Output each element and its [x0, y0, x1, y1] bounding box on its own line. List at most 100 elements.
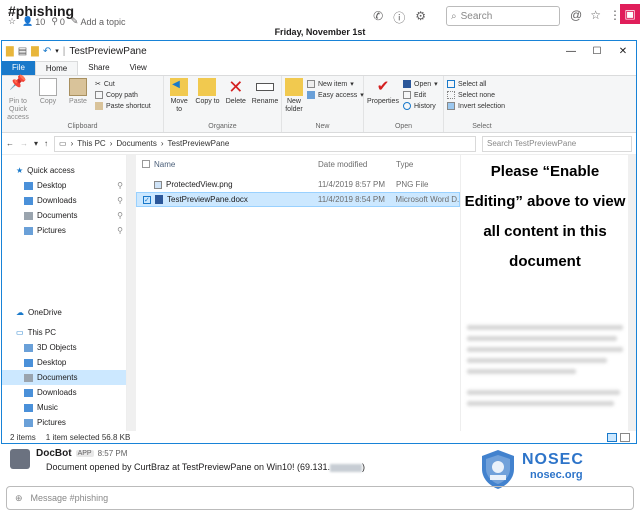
add-topic-button[interactable]: ✎ Add a topic	[71, 16, 126, 27]
pin-icon[interactable]: ⚲	[117, 211, 123, 220]
message-author[interactable]: DocBot	[36, 448, 72, 459]
new-item-button[interactable]: New item ▾	[307, 80, 364, 88]
nav-pc-3d-objects[interactable]: 3D Objects	[2, 340, 126, 355]
history-button[interactable]: History	[403, 102, 438, 110]
edit-button[interactable]: Edit	[403, 91, 438, 99]
undo-icon[interactable]: ↶	[43, 46, 51, 57]
cut-button[interactable]: ✂ Cut	[95, 80, 151, 89]
gift-icon[interactable]: ▣	[620, 4, 640, 24]
star-icon[interactable]: ☆	[8, 16, 16, 27]
star-outline-icon[interactable]: ☆	[590, 8, 601, 22]
row-checkbox-checked[interactable]: ✓	[143, 195, 151, 204]
mention-icon[interactable]: @	[570, 8, 582, 22]
preview-scrollbar[interactable]	[628, 155, 636, 431]
breadcrumb-documents[interactable]: Documents	[116, 139, 156, 148]
search-input[interactable]: ⌕ Search	[446, 6, 560, 26]
phone-icon[interactable]: ✆	[373, 9, 383, 26]
select-none-button[interactable]: Select none	[447, 91, 505, 99]
info-icon[interactable]: ⓘ	[393, 9, 405, 26]
header-checkbox[interactable]	[142, 160, 150, 168]
nav-pc-pictures[interactable]: Pictures	[2, 415, 126, 430]
explorer-main: ★ Quick access Desktop ⚲ Downloads ⚲ Doc…	[2, 155, 636, 431]
details-view-icon[interactable]	[607, 433, 617, 442]
column-type[interactable]: Type	[396, 160, 460, 169]
music-folder-icon	[24, 403, 33, 412]
pin-icon[interactable]: ⚲	[117, 181, 123, 190]
breadcrumb-this-pc[interactable]: This PC	[77, 139, 105, 148]
address-bar[interactable]: ▭ › This PC › Documents › TestPreviewPan…	[54, 135, 476, 152]
large-icons-view-icon[interactable]	[620, 433, 630, 442]
nav-quick-downloads[interactable]: Downloads ⚲	[2, 193, 126, 208]
recent-chevron-icon[interactable]: ▾	[34, 139, 38, 148]
group-label-open: Open	[394, 123, 413, 130]
open-button[interactable]: Open ▾	[403, 80, 438, 88]
nav-quick-access[interactable]: ★ Quick access	[2, 163, 126, 178]
clipboard-group: 📌 Pin to Quick access Copy Paste ✂ Cut Co…	[2, 75, 164, 132]
pencil-icon: ✎	[70, 16, 79, 26]
message-composer[interactable]: ⊕ Message #phishing	[6, 486, 634, 510]
up-arrow-icon[interactable]: ↑	[44, 139, 48, 148]
qat-properties-icon[interactable]: ▤	[18, 46, 27, 57]
paste-shortcut-button[interactable]: Paste shortcut	[95, 102, 151, 110]
header-right-icons: @ ☆ ⋮	[570, 8, 621, 22]
pin-icon[interactable]: ⚲	[117, 226, 123, 235]
downloads-folder-icon	[24, 196, 33, 205]
chevron-down-icon[interactable]: ▾	[55, 47, 59, 55]
pin-icon[interactable]: ⚲	[117, 196, 123, 205]
column-name[interactable]: Name	[136, 160, 318, 169]
word-doc-icon	[155, 195, 163, 204]
nav-quick-documents[interactable]: Documents ⚲	[2, 208, 126, 223]
tab-home[interactable]: Home	[34, 61, 79, 75]
nav-this-pc[interactable]: ▭ This PC	[2, 325, 126, 340]
nav-quick-pictures[interactable]: Pictures ⚲	[2, 223, 126, 238]
item-count: 2 items	[10, 433, 36, 442]
watermark-url: nosec.org	[530, 469, 583, 481]
delete-x-icon: ✕	[228, 77, 244, 97]
tab-file[interactable]: File	[2, 61, 35, 75]
cloud-icon: ☁	[16, 308, 24, 317]
message-timestamp[interactable]: 8:57 PM	[98, 449, 128, 458]
copy-path-button[interactable]: Copy path	[95, 91, 151, 99]
tab-view[interactable]: View	[120, 61, 157, 75]
file-row-selected[interactable]: ✓ TestPreviewPane.docx 11/4/2019 8:54 PM…	[136, 192, 460, 207]
group-label-new: New	[315, 123, 330, 130]
blurred-line	[467, 401, 614, 406]
file-date: 11/4/2019 8:57 PM	[318, 180, 386, 189]
nav-quick-desktop[interactable]: Desktop ⚲	[2, 178, 126, 193]
members-count[interactable]: 👤 10	[22, 16, 45, 27]
qat-newfolder-icon[interactable]: ▇	[31, 46, 39, 57]
nav-onedrive[interactable]: ☁ OneDrive	[2, 305, 126, 320]
paste-shortcut-icon	[95, 102, 103, 110]
nav-scrollbar[interactable]	[127, 155, 136, 431]
select-all-button[interactable]: Select all	[447, 80, 505, 88]
invert-selection-button[interactable]: Invert selection	[447, 102, 505, 110]
back-arrow-icon[interactable]: ←	[6, 139, 14, 148]
minimize-icon[interactable]: —	[558, 46, 584, 57]
breadcrumb-folder[interactable]: TestPreviewPane	[168, 139, 230, 148]
tab-share[interactable]: Share	[78, 61, 119, 75]
nav-pc-music[interactable]: Music	[2, 400, 126, 415]
pc-icon: ▭	[16, 328, 24, 337]
forward-arrow-icon[interactable]: →	[20, 139, 28, 148]
explorer-search-input[interactable]: Search TestPreviewPane	[482, 135, 632, 152]
nav-pc-downloads[interactable]: Downloads	[2, 385, 126, 400]
nav-pc-desktop[interactable]: Desktop	[2, 355, 126, 370]
gear-icon[interactable]: ⚙	[415, 9, 426, 26]
pins-count[interactable]: ⚲ 0	[51, 16, 65, 27]
file-row[interactable]: ProtectedView.png 11/4/2019 8:57 PM PNG …	[136, 177, 460, 192]
new-folder-icon	[285, 78, 303, 96]
view-toggles	[607, 433, 630, 442]
attach-icon[interactable]: ⊕	[15, 493, 23, 504]
invert-selection-icon	[447, 102, 455, 110]
column-date-modified[interactable]: Date modified	[318, 160, 396, 169]
close-icon[interactable]: ✕	[610, 46, 636, 57]
maximize-icon[interactable]: ☐	[584, 46, 610, 57]
copy-path-icon	[95, 91, 103, 99]
file-name-cell: ProtectedView.png	[136, 180, 318, 189]
group-label-select: Select	[472, 123, 492, 130]
ribbon-tabs: File Home Share View	[2, 61, 636, 75]
avatar[interactable]	[10, 449, 30, 469]
nav-pc-documents[interactable]: Documents	[2, 370, 126, 385]
easy-access-button[interactable]: Easy access ▾	[307, 91, 364, 99]
file-list: Name Date modified Type ProtectedView.pn…	[136, 155, 460, 431]
